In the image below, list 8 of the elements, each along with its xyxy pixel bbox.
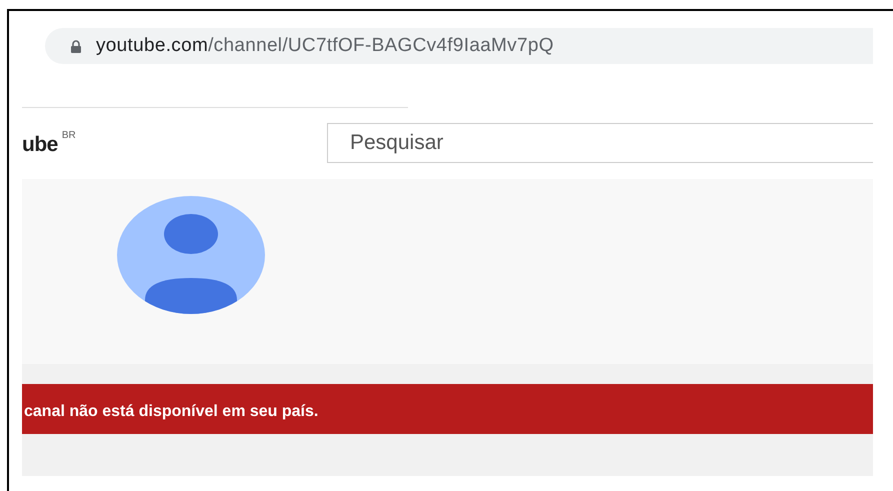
logo-text: ube: [22, 133, 58, 157]
region-label: BR: [62, 130, 76, 141]
search-field[interactable]: Pesquisar: [327, 123, 873, 163]
avatar-icon: [117, 196, 265, 314]
lock-icon: [70, 40, 82, 52]
alert-message: canal não está disponível em seu país.: [24, 403, 318, 421]
url-text: youtube.com/channel/UC7tfOF-BAGCv4f9IaaMv7pQ: [96, 35, 554, 57]
address-bar[interactable]: youtube.com/channel/UC7tfOF-BAGCv4f9IaaMv7pQ: [45, 28, 873, 64]
